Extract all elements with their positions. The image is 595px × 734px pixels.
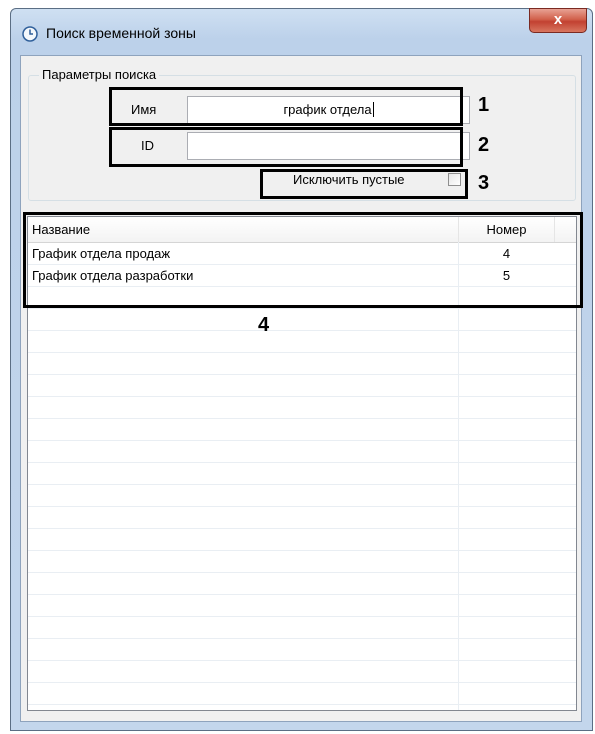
callout-frame-1 [109, 87, 463, 126]
row-gridline [28, 616, 576, 617]
callout-number-1: 1 [478, 94, 490, 116]
row-gridline [28, 550, 576, 551]
window-title: Поиск временной зоны [46, 25, 196, 41]
row-gridline [28, 682, 576, 683]
column-gridline [458, 242, 459, 710]
callout-frame-3 [260, 169, 468, 199]
row-gridline [28, 418, 576, 419]
row-gridline [28, 506, 576, 507]
row-gridline [28, 484, 576, 485]
callout-number-3: 3 [478, 172, 490, 194]
search-parameters-label: Параметры поиска [39, 67, 160, 82]
row-gridline [28, 462, 576, 463]
callout-frame-4 [23, 212, 583, 308]
row-gridline [28, 308, 576, 309]
close-icon: x [553, 11, 563, 28]
row-gridline [28, 374, 576, 375]
row-gridline [28, 440, 576, 441]
row-gridline [28, 660, 576, 661]
clock-icon [22, 26, 38, 42]
row-gridline [28, 396, 576, 397]
callout-number-2: 2 [478, 134, 490, 156]
row-gridline [28, 572, 576, 573]
row-gridline [28, 330, 576, 331]
close-button[interactable]: x [529, 8, 587, 33]
row-gridline [28, 594, 576, 595]
row-gridline [28, 352, 576, 353]
row-gridline [28, 704, 576, 705]
row-gridline [28, 638, 576, 639]
callout-number-4: 4 [258, 314, 270, 336]
callout-frame-2 [109, 127, 463, 167]
title-bar[interactable]: Поиск временной зоны [11, 9, 592, 55]
row-gridline [28, 528, 576, 529]
